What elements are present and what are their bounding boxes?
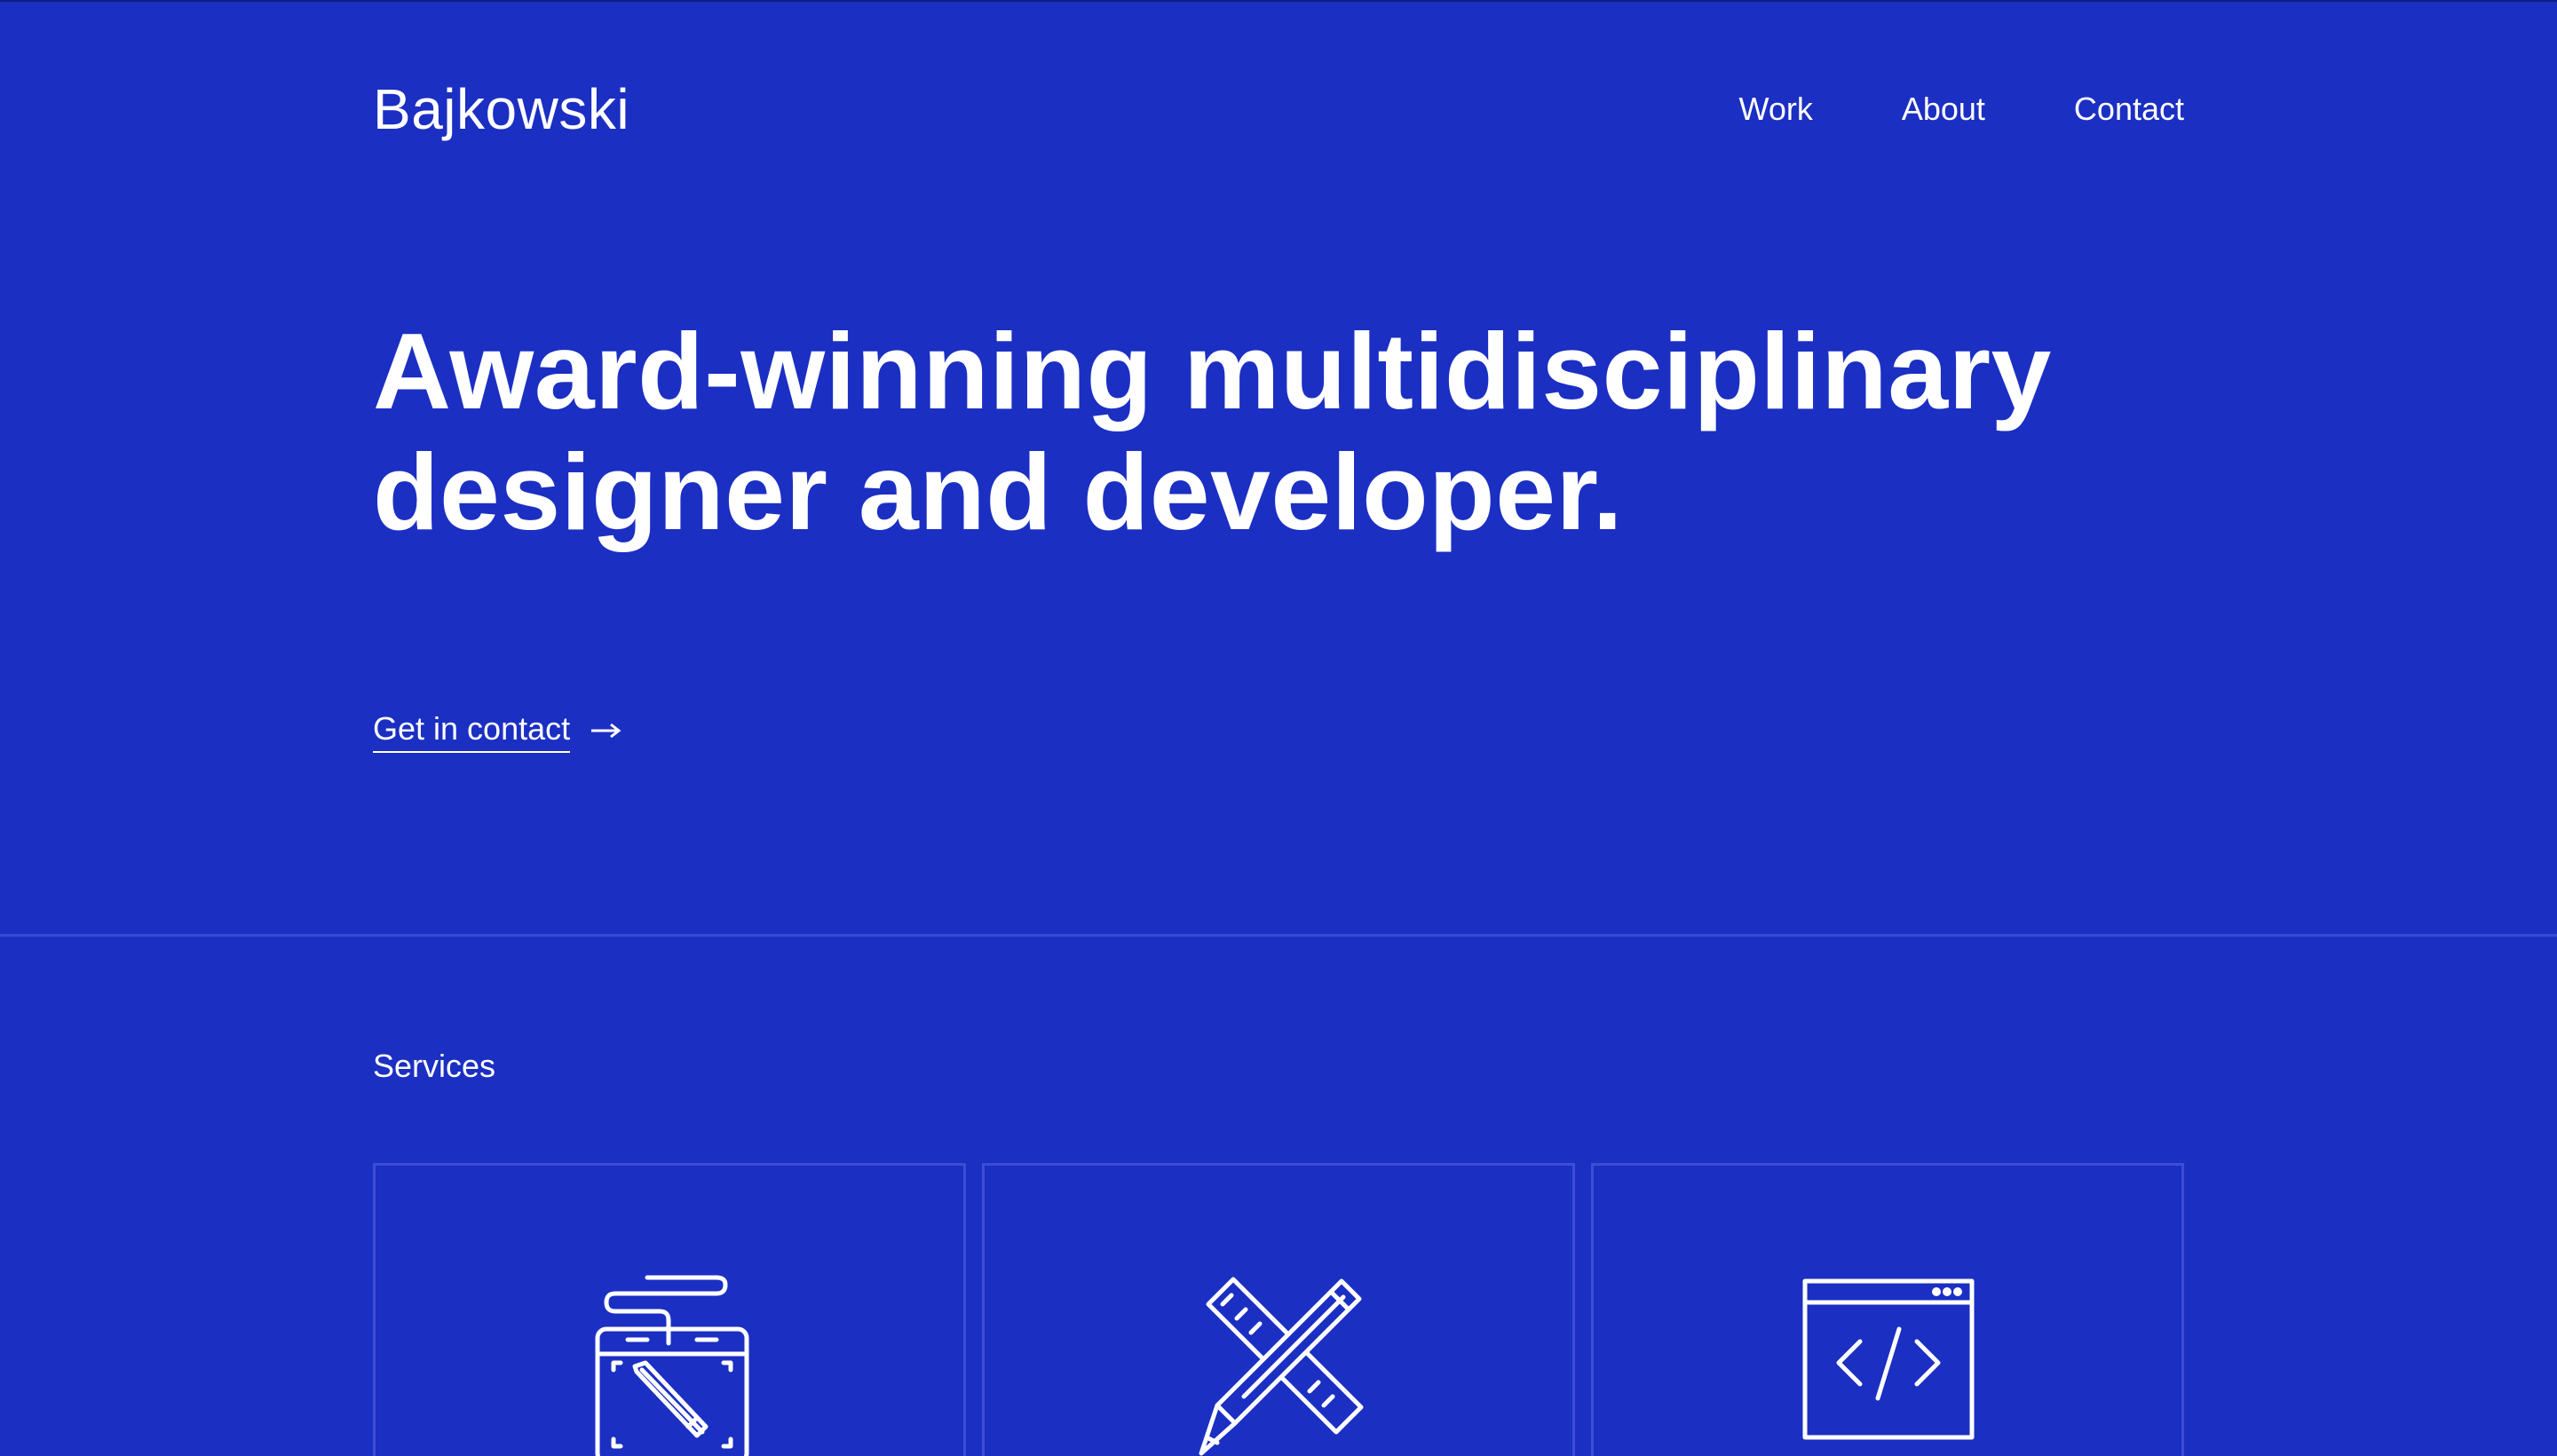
section-divider xyxy=(0,934,2557,937)
nav-item-work[interactable]: Work xyxy=(1739,87,1813,131)
top-edge-line xyxy=(0,0,2557,2)
get-in-contact-label: Get in contact xyxy=(373,708,571,753)
service-card-design[interactable] xyxy=(373,1163,966,1456)
services-heading: Services xyxy=(373,1048,496,1084)
browser-code-icon xyxy=(1802,1278,1975,1440)
pencil-ruler-icon xyxy=(1199,1277,1364,1456)
services-cards xyxy=(373,1163,2184,1456)
brand-logo[interactable]: Bajkowski xyxy=(373,78,629,140)
drawing-tablet-icon xyxy=(595,1275,749,1456)
hero-title-line-2: designer and developer. xyxy=(373,431,1624,552)
service-card-development[interactable] xyxy=(1591,1163,2184,1456)
hero-title-line-1: Award-winning multidisciplinary xyxy=(373,311,2052,431)
nav-item-about[interactable]: About xyxy=(1902,87,1985,131)
nav-item-contact[interactable]: Contact xyxy=(2074,87,2184,131)
hero-section: Award-winning multidisciplinary designer… xyxy=(373,311,2149,552)
hero-title: Award-winning multidisciplinary designer… xyxy=(373,311,2149,552)
get-in-contact-link[interactable]: Get in contact xyxy=(373,708,621,753)
arrow-right-icon xyxy=(591,723,621,739)
main-nav: Work About Contact xyxy=(1739,87,2185,131)
site-header: Bajkowski Work About Contact xyxy=(373,78,2184,140)
page: Bajkowski Work About Contact Award-winni… xyxy=(0,0,2557,1456)
service-card-ux[interactable] xyxy=(982,1163,1575,1456)
